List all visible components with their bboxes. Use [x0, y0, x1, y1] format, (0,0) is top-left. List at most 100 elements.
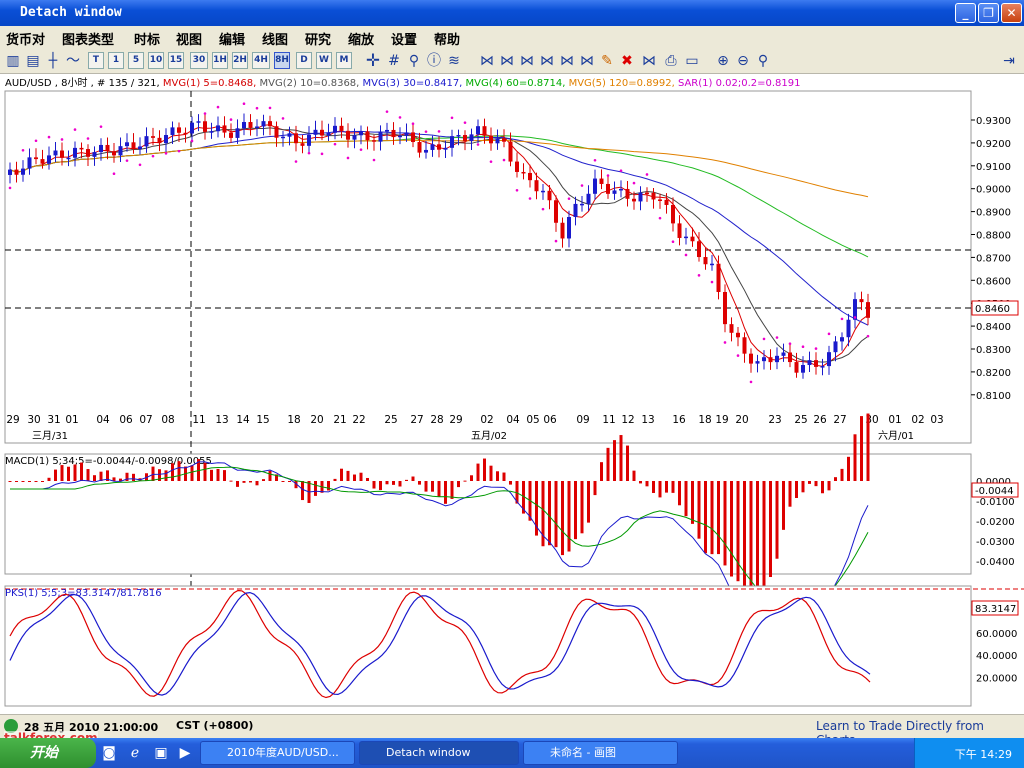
line-chart-icon[interactable]: 〜 [64, 52, 82, 70]
macd-histogram-bar [80, 462, 83, 481]
price-panel[interactable] [4, 90, 972, 444]
date-tick-label: 04 [96, 414, 110, 426]
bar-ohlc-icon[interactable]: ┼ [44, 52, 62, 70]
month-label: 五月/02 [471, 430, 507, 442]
macd-histogram-bar [548, 481, 551, 546]
sar-dot [502, 158, 506, 162]
price-tick-label: 0.8400 [976, 322, 1011, 333]
candle-body [775, 355, 779, 363]
candle-body [255, 126, 259, 129]
candle-body [729, 324, 734, 333]
pks-current-label: 83.3147 [975, 604, 1016, 615]
timeframe-4h-button[interactable]: 4H [252, 52, 270, 69]
macd-tick-label: -0.0200 [976, 517, 1015, 528]
pencil-icon[interactable]: ✎ [598, 52, 616, 70]
study-6-icon[interactable]: ⋈ [578, 52, 596, 70]
crosshair-icon[interactable]: ✛ [364, 52, 382, 70]
macd-histogram-bar [814, 481, 818, 487]
date-tick-label: 02 [480, 414, 493, 426]
timeframe-5-button[interactable]: 5 [128, 52, 144, 69]
menu-help[interactable]: 帮助 [434, 29, 460, 48]
menu-studies[interactable]: 研究 [305, 29, 331, 48]
pin-icon[interactable]: ⚲ [405, 52, 423, 70]
macd-histogram-bar [437, 481, 441, 497]
timeframe-2h-button[interactable]: 2H [232, 52, 248, 69]
macd-panel[interactable] [4, 453, 972, 575]
timeframe-30-button[interactable]: 30 [190, 52, 208, 69]
study-2-icon[interactable]: ⋈ [498, 52, 516, 70]
menu-lines[interactable]: 线图 [262, 29, 288, 48]
restore-button[interactable]: ❐ [978, 3, 999, 23]
candle-body [47, 155, 51, 164]
candle-body [736, 332, 740, 338]
sar-dot [814, 347, 818, 350]
zoom-out-icon[interactable]: ⊖ [734, 52, 752, 70]
candle-body [580, 203, 584, 206]
bar-chart-icon[interactable]: ▥ [4, 52, 22, 70]
menu-view[interactable]: 视图 [176, 29, 202, 48]
window-title: Detach window [20, 5, 122, 20]
quicklaunch-media-icon[interactable]: ▶ [176, 744, 194, 762]
trend-icon[interactable]: ≋ [445, 52, 463, 70]
menu-edit[interactable]: 编辑 [219, 29, 245, 48]
print-icon[interactable]: ⎙ [662, 52, 680, 70]
date-tick-label: 01 [888, 414, 901, 426]
candle-chart-icon[interactable]: ▤ [24, 52, 42, 70]
menu-zoom[interactable]: 缩放 [348, 29, 374, 48]
timeframe-w-button[interactable]: W [316, 52, 332, 69]
chart-svg[interactable]: AUD/USD , 8小时 , # 135 / 321, MVG(1) 5=0.… [0, 74, 1024, 714]
date-tick-label: 23 [768, 414, 781, 426]
study-5-icon[interactable]: ⋈ [558, 52, 576, 70]
candle-body [437, 144, 441, 150]
date-tick-label: 22 [352, 414, 365, 426]
chart-area[interactable]: AUD/USD , 8小时 , # 135 / 321, MVG(1) 5=0.… [0, 74, 1024, 714]
detach-pin-icon[interactable]: ⇥ [1000, 52, 1018, 70]
study-1-icon[interactable]: ⋈ [478, 52, 496, 70]
timeframe-1-button[interactable]: 1 [108, 52, 124, 69]
candle-body [40, 159, 45, 164]
macd-histogram-bar [645, 481, 649, 487]
grid-icon[interactable]: # [385, 52, 403, 70]
pks-tick-label: 60.0000 [976, 629, 1017, 640]
menu-timeframe[interactable]: 时标 [134, 29, 160, 48]
sar-dot [47, 135, 51, 139]
zoom-in-icon[interactable]: ⊕ [714, 52, 732, 70]
timeframe-m-button[interactable]: M [336, 52, 352, 69]
date-tick-label: 29 [6, 414, 19, 426]
timeframe-8h-button[interactable]: 8H [274, 52, 290, 69]
timeframe-d-button[interactable]: D [296, 52, 312, 69]
date-tick-label: 19 [715, 414, 728, 426]
timeframe-t-button[interactable]: T [88, 52, 104, 69]
candle-body [242, 122, 246, 129]
menu-chart-type[interactable]: 图表类型 [62, 29, 114, 48]
task-detach-window[interactable]: Detach window [359, 741, 519, 765]
quicklaunch-desktop-icon[interactable]: ▣ [152, 744, 170, 762]
minimize-button[interactable]: _ [955, 3, 976, 23]
menu-currency-pair[interactable]: 货币对 [6, 29, 45, 48]
task-paint[interactable]: 未命名 - 画图 [523, 741, 678, 765]
candle-body [398, 135, 402, 138]
timeframe-1h-button[interactable]: 1H [212, 52, 228, 69]
macd-label: MACD(1) 5;34;5=-0.0044/-0.0098/0.0055 [5, 456, 212, 467]
macd-histogram-bar [249, 481, 252, 483]
sar-dot [840, 317, 844, 321]
timeframe-10-button[interactable]: 10 [148, 52, 164, 69]
study-4-icon[interactable]: ⋈ [538, 52, 556, 70]
menu-settings[interactable]: 设置 [391, 29, 417, 48]
macd-histogram-bar [190, 465, 194, 481]
info-icon[interactable]: ⓘ [425, 52, 443, 70]
delete-icon[interactable]: ✖ [618, 52, 636, 70]
start-button[interactable]: 开始 [0, 738, 96, 768]
close-button[interactable]: ✕ [1001, 3, 1022, 23]
macd-histogram-bar [411, 476, 415, 481]
quicklaunch-1-icon[interactable]: ◙ [100, 744, 118, 762]
timeframe-15-button[interactable]: 15 [168, 52, 184, 69]
study-3-icon[interactable]: ⋈ [518, 52, 536, 70]
study-7-icon[interactable]: ⋈ [640, 52, 658, 70]
print-preview-icon[interactable]: ▭ [683, 52, 701, 70]
zoom-icon[interactable]: ⚲ [754, 52, 772, 70]
macd-histogram-bar [795, 481, 798, 498]
quicklaunch-ie-icon[interactable]: ℯ [126, 744, 144, 762]
task-browser[interactable]: 2010年度AUD/USD... [200, 741, 355, 765]
sar-dot [684, 253, 688, 257]
